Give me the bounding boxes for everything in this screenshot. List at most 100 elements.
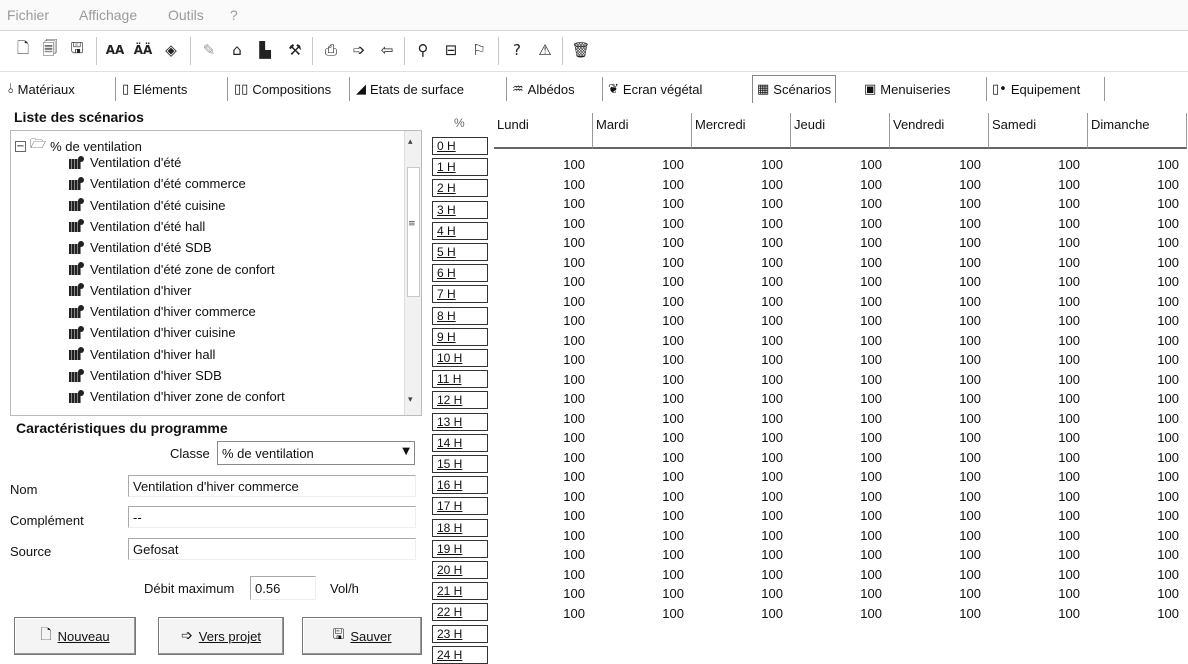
collapse-icon[interactable]: − [15,140,26,152]
tab-ecran-vegetal[interactable]: ❦ Ecran végétal [608,78,702,100]
tree-item[interactable]: Ventilation d'hiver SDB [67,368,222,383]
grid-cell[interactable]: 100 [842,294,882,309]
grid-cell[interactable]: 100 [842,528,882,543]
column-header[interactable]: Dimanche [1088,113,1187,149]
grid-cell[interactable]: 100 [1139,450,1179,465]
grid-cell[interactable]: 100 [644,274,684,289]
grid-cell[interactable]: 100 [545,411,585,426]
grid-cell[interactable]: 100 [644,528,684,543]
grid-cell[interactable]: 100 [941,313,981,328]
scenario-tree[interactable]: − 🗁 % de ventilation Ventilation d'été Ve… [10,130,422,416]
grid-cell[interactable]: 100 [1040,586,1080,601]
grid-cell[interactable]: 100 [1139,567,1179,582]
grid-cell[interactable]: 100 [743,547,783,562]
grid-cell[interactable]: 100 [1139,352,1179,367]
grid-cell[interactable]: 100 [743,352,783,367]
scroll-up-icon[interactable]: ▴ [408,137,413,147]
grid-cell[interactable]: 100 [1040,294,1080,309]
grid-cell[interactable]: 100 [644,216,684,231]
grid-cell[interactable]: 100 [644,586,684,601]
find-replace-icon[interactable]: ⊟ [440,39,462,61]
grid-cell[interactable]: 100 [941,450,981,465]
text-a-icon[interactable]: AA [104,39,126,61]
tree-item[interactable]: Ventilation d'hiver zone de confort [67,389,285,404]
column-header[interactable]: Mercredi [692,113,791,149]
grid-cell[interactable]: 100 [545,313,585,328]
export-icon[interactable]: ➩ [348,39,370,61]
grid-cell[interactable]: 100 [1040,547,1080,562]
tab-etats-surface[interactable]: ◢ Etats de surface [356,78,464,100]
tree-item[interactable]: Ventilation d'été hall [67,219,205,234]
grid-cell[interactable]: 100 [842,489,882,504]
grid-cell[interactable]: 100 [644,411,684,426]
grid-cell[interactable]: 100 [545,450,585,465]
grid-cell[interactable]: 100 [545,606,585,621]
tool-icon[interactable]: ⚒ [284,39,306,61]
grid-cell[interactable]: 100 [1139,274,1179,289]
grid-cell[interactable]: 100 [1139,469,1179,484]
classe-select[interactable]: % de ventilation ▼ [217,441,415,465]
grid-cell[interactable]: 100 [743,528,783,543]
grid-cell[interactable]: 100 [1040,177,1080,192]
grid-cell[interactable]: 100 [1139,294,1179,309]
grid-cell[interactable]: 100 [1139,606,1179,621]
grid-cell[interactable]: 100 [1139,216,1179,231]
grid-cell[interactable]: 100 [644,157,684,172]
grid-cell[interactable]: 100 [644,235,684,250]
grid-cell[interactable]: 100 [545,469,585,484]
tab-scenarios[interactable]: ▦ Scénarios [752,75,837,103]
grid-cell[interactable]: 100 [743,430,783,445]
grid-cell[interactable]: 100 [743,333,783,348]
grid-cell[interactable]: 100 [941,235,981,250]
grid-cell[interactable]: 100 [545,333,585,348]
grid-cell[interactable]: 100 [1040,489,1080,504]
grid-cell[interactable]: 100 [941,508,981,523]
grid-cell[interactable]: 100 [842,196,882,211]
grid-cell[interactable]: 100 [743,196,783,211]
grid-cell[interactable]: 100 [1139,333,1179,348]
grid-cell[interactable]: 100 [941,586,981,601]
sauver-button[interactable]: 🖫 Sauver [302,617,422,655]
grid-cell[interactable]: 100 [1139,430,1179,445]
grid-cell[interactable]: 100 [644,450,684,465]
grid-cell[interactable]: 100 [545,216,585,231]
grid-cell[interactable]: 100 [644,606,684,621]
grid-cell[interactable]: 100 [842,547,882,562]
save-doc-icon[interactable]: 🖫 [66,39,88,61]
grid-cell[interactable]: 100 [842,411,882,426]
grid-cell[interactable]: 100 [743,450,783,465]
building-icon[interactable]: ⌂ [226,39,248,61]
column-header[interactable]: Mardi [593,113,692,149]
grid-cell[interactable]: 100 [644,489,684,504]
grid-cell[interactable]: 100 [1040,274,1080,289]
tab-albedos[interactable]: ♒ Albédos [512,78,575,100]
grid-cell[interactable]: 100 [842,216,882,231]
grid-cell[interactable]: 100 [545,196,585,211]
grid-cell[interactable]: 100 [941,567,981,582]
tree-item[interactable]: Ventilation d'hiver cuisine [67,325,236,340]
column-header[interactable]: Vendredi [890,113,989,149]
menu-help[interactable]: ? [230,7,238,23]
grid-cell[interactable]: 100 [941,352,981,367]
grid-cell[interactable]: 100 [743,606,783,621]
grid-cell[interactable]: 100 [545,157,585,172]
grid-cell[interactable]: 100 [644,430,684,445]
grid-cell[interactable]: 100 [545,547,585,562]
grid-cell[interactable]: 100 [1040,313,1080,328]
grid-cell[interactable]: 100 [743,216,783,231]
grid-cell[interactable]: 100 [941,411,981,426]
grid-cell[interactable]: 100 [941,430,981,445]
grid-cell[interactable]: 100 [941,255,981,270]
grid-cell[interactable]: 100 [1139,235,1179,250]
grid-cell[interactable]: 100 [1040,567,1080,582]
copy-doc-icon[interactable]: 🗐 [39,39,61,61]
grid-cell[interactable]: 100 [644,547,684,562]
grid-cell[interactable]: 100 [941,333,981,348]
grid-cell[interactable]: 100 [743,177,783,192]
tree-item[interactable]: Ventilation d'été [67,155,181,170]
grid-cell[interactable]: 100 [545,294,585,309]
grid-cell[interactable]: 100 [1040,372,1080,387]
grid-cell[interactable]: 100 [842,586,882,601]
grid-cell[interactable]: 100 [743,508,783,523]
grid-cell[interactable]: 100 [545,508,585,523]
